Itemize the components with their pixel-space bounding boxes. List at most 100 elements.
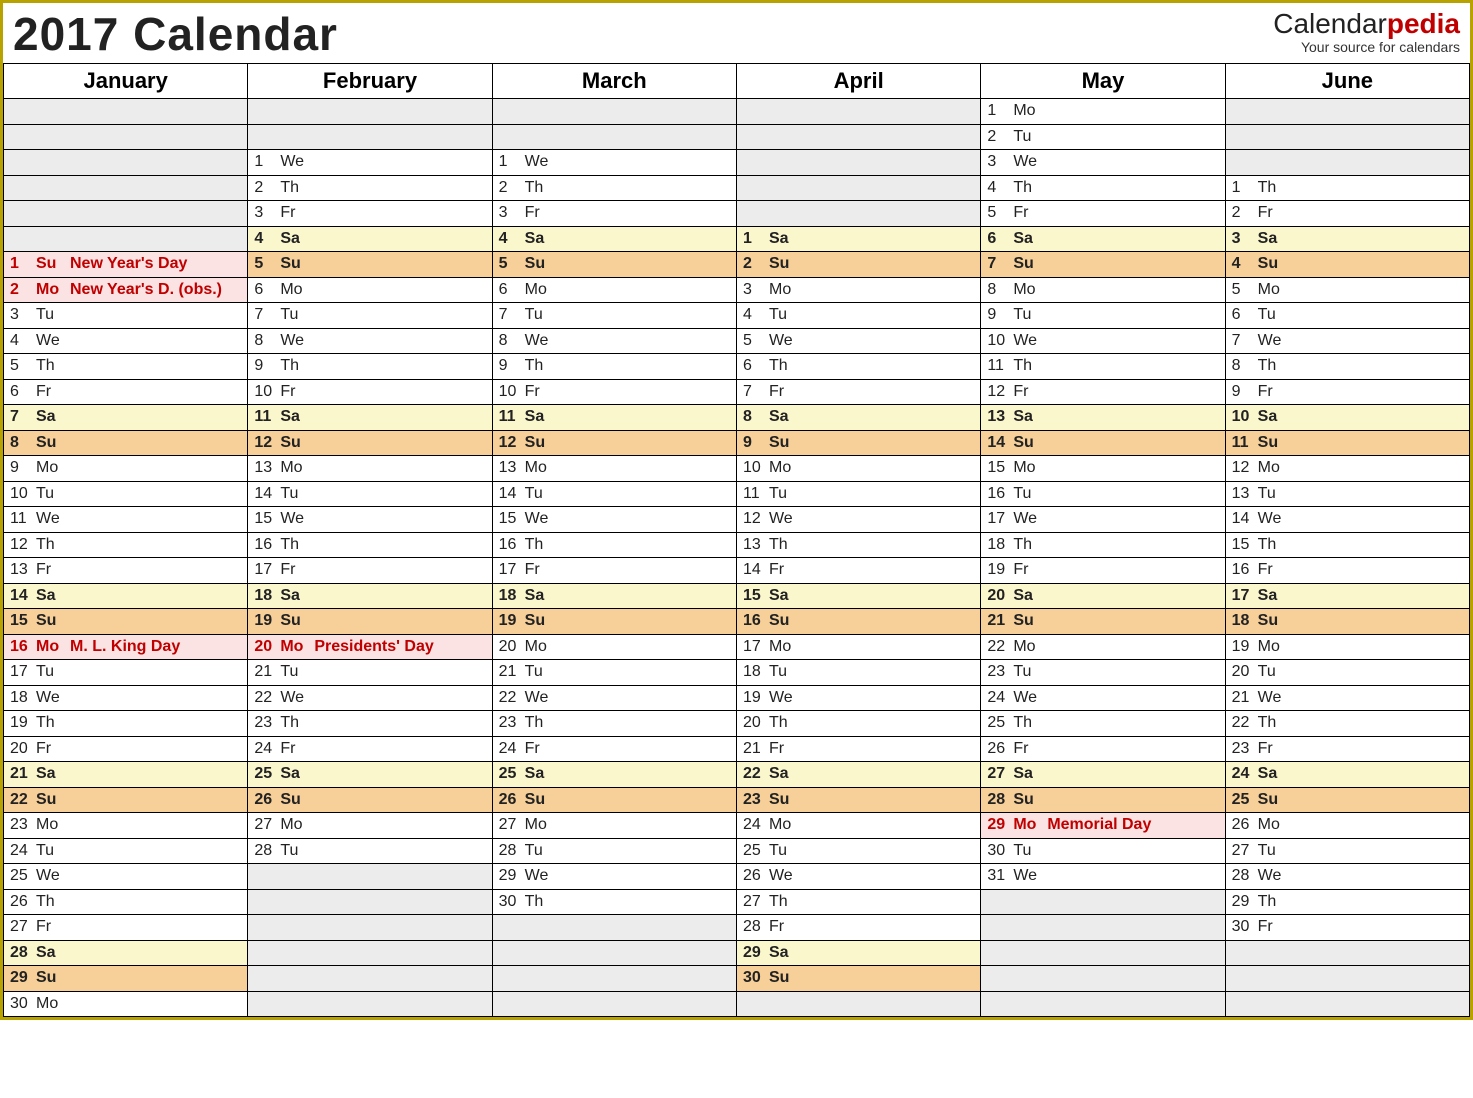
day-of-week: Tu bbox=[280, 306, 310, 324]
day-cell: 19Fr bbox=[981, 558, 1225, 584]
day-of-week: Sa bbox=[1258, 408, 1288, 426]
day-cell bbox=[492, 124, 736, 150]
day-cell bbox=[248, 966, 492, 992]
day-of-week: Mo bbox=[36, 638, 66, 656]
day-number: 3 bbox=[499, 204, 525, 222]
header-bar: 2017 Calendar Calendarpedia Your source … bbox=[3, 3, 1470, 63]
day-of-week: Tu bbox=[525, 306, 555, 324]
day-of-week: Su bbox=[525, 791, 555, 809]
day-cell: 19Su bbox=[248, 609, 492, 635]
day-cell: 24Fr bbox=[248, 736, 492, 762]
day-of-week: Mo bbox=[769, 459, 799, 477]
day-cell: 18Su bbox=[1225, 609, 1469, 635]
day-number: 16 bbox=[10, 638, 36, 656]
day-number: 15 bbox=[1232, 536, 1258, 554]
day-number: 10 bbox=[254, 383, 280, 401]
day-cell: 20Tu bbox=[1225, 660, 1469, 686]
day-of-week: Th bbox=[1013, 714, 1043, 732]
day-cell: 21We bbox=[1225, 685, 1469, 711]
day-number: 27 bbox=[743, 893, 769, 911]
day-number: 11 bbox=[1232, 434, 1258, 452]
day-number: 23 bbox=[1232, 740, 1258, 758]
day-of-week: Fr bbox=[525, 740, 555, 758]
day-number: 15 bbox=[499, 510, 525, 528]
day-of-week: Tu bbox=[1258, 306, 1288, 324]
day-of-week: Th bbox=[525, 179, 555, 197]
day-number: 23 bbox=[254, 714, 280, 732]
day-cell: 17Tu bbox=[4, 660, 248, 686]
calendar-row: 8Su12Su12Su9Su14Su11Su bbox=[4, 430, 1470, 456]
day-number: 2 bbox=[254, 179, 280, 197]
day-number: 11 bbox=[499, 408, 525, 426]
day-cell bbox=[736, 150, 980, 176]
calendar-row: 4Sa4Sa1Sa6Sa3Sa bbox=[4, 226, 1470, 252]
day-cell: 6Mo bbox=[248, 277, 492, 303]
day-of-week: We bbox=[1258, 867, 1288, 885]
day-number: 18 bbox=[254, 587, 280, 605]
day-cell: 20Fr bbox=[4, 736, 248, 762]
day-cell bbox=[4, 226, 248, 252]
calendar-row: 3Tu7Tu7Tu4Tu9Tu6Tu bbox=[4, 303, 1470, 329]
day-of-week: Sa bbox=[525, 408, 555, 426]
day-of-week: Mo bbox=[280, 281, 310, 299]
day-number: 20 bbox=[1232, 663, 1258, 681]
day-number: 17 bbox=[10, 663, 36, 681]
day-cell: 1We bbox=[248, 150, 492, 176]
day-of-week: Th bbox=[1013, 357, 1043, 375]
day-number: 29 bbox=[743, 944, 769, 962]
day-cell: 26We bbox=[736, 864, 980, 890]
calendar-row: 12Th16Th16Th13Th18Th15Th bbox=[4, 532, 1470, 558]
day-number: 24 bbox=[10, 842, 36, 860]
calendar-row: 2MoNew Year's D. (obs.)6Mo6Mo3Mo8Mo5Mo bbox=[4, 277, 1470, 303]
day-of-week: Su bbox=[1258, 612, 1288, 630]
day-of-week: Sa bbox=[1013, 587, 1043, 605]
day-cell bbox=[248, 889, 492, 915]
day-of-week: Fr bbox=[769, 561, 799, 579]
day-cell: 26Fr bbox=[981, 736, 1225, 762]
day-cell: 15Su bbox=[4, 609, 248, 635]
day-cell: 18Th bbox=[981, 532, 1225, 558]
day-cell bbox=[492, 915, 736, 941]
day-number: 25 bbox=[10, 867, 36, 885]
day-of-week: Fr bbox=[769, 740, 799, 758]
day-number: 14 bbox=[987, 434, 1013, 452]
day-of-week: Fr bbox=[280, 740, 310, 758]
calendar-row: 23Mo27Mo27Mo24Mo29MoMemorial Day26Mo bbox=[4, 813, 1470, 839]
day-number: 10 bbox=[743, 459, 769, 477]
day-cell: 10Mo bbox=[736, 456, 980, 482]
day-number: 22 bbox=[10, 791, 36, 809]
day-number: 4 bbox=[1232, 255, 1258, 273]
day-number: 25 bbox=[1232, 791, 1258, 809]
day-cell: 1Th bbox=[1225, 175, 1469, 201]
day-cell: 23Th bbox=[492, 711, 736, 737]
day-cell: 20Th bbox=[736, 711, 980, 737]
day-number: 9 bbox=[499, 357, 525, 375]
day-cell: 15Sa bbox=[736, 583, 980, 609]
day-cell: 29Su bbox=[4, 966, 248, 992]
day-of-week: Mo bbox=[769, 281, 799, 299]
day-cell: 23Fr bbox=[1225, 736, 1469, 762]
month-header: May bbox=[981, 64, 1225, 99]
day-cell: 13Tu bbox=[1225, 481, 1469, 507]
day-cell: 10Tu bbox=[4, 481, 248, 507]
day-of-week: Mo bbox=[1013, 638, 1043, 656]
day-of-week: Su bbox=[769, 791, 799, 809]
day-of-week: Sa bbox=[36, 765, 66, 783]
day-of-week: Tu bbox=[525, 842, 555, 860]
day-cell: 24Sa bbox=[1225, 762, 1469, 788]
day-cell: 17Sa bbox=[1225, 583, 1469, 609]
day-of-week: Sa bbox=[769, 408, 799, 426]
day-cell: 8Sa bbox=[736, 405, 980, 431]
calendar-row: 29Su30Su bbox=[4, 966, 1470, 992]
day-of-week: We bbox=[1013, 689, 1043, 707]
day-number: 27 bbox=[1232, 842, 1258, 860]
day-cell: 21Fr bbox=[736, 736, 980, 762]
day-cell: 20Sa bbox=[981, 583, 1225, 609]
day-number: 9 bbox=[254, 357, 280, 375]
day-number: 15 bbox=[10, 612, 36, 630]
day-of-week: Mo bbox=[1258, 816, 1288, 834]
day-number: 26 bbox=[499, 791, 525, 809]
day-of-week: Sa bbox=[1013, 230, 1043, 248]
day-of-week: Su bbox=[1258, 791, 1288, 809]
day-of-week: Su bbox=[280, 434, 310, 452]
